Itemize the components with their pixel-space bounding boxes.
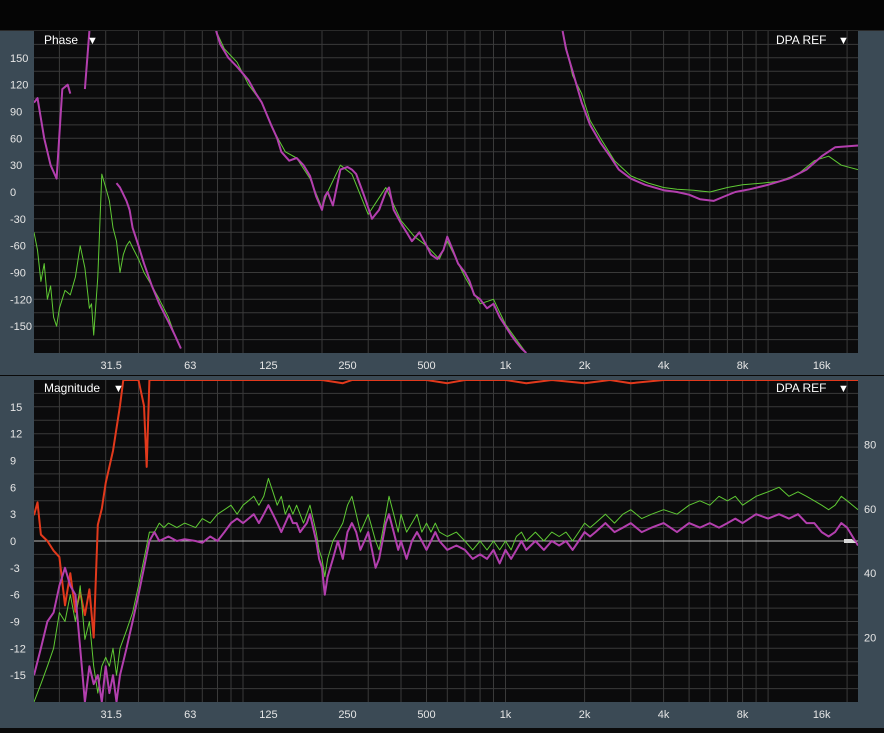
y-tick-label: -9 <box>10 617 20 629</box>
y-tick-label: 60 <box>10 133 22 145</box>
magnitude-x-ticks: 31.5 63 125 250 500 1k 2k 4k 8k 16k <box>100 709 831 721</box>
phase-dropdown-icon[interactable]: ▼ <box>87 35 98 47</box>
y-tick-label: -3 <box>10 563 20 575</box>
x-tick-label: 4k <box>658 360 670 372</box>
y-tick-label: -15 <box>10 670 26 682</box>
y2-tick-label: 60 <box>864 504 876 516</box>
x-tick-label: 500 <box>417 360 435 372</box>
phase-y-ticks: 150 120 90 60 30 0 -30 -60 -90 -120 -150 <box>10 53 32 333</box>
x-tick-label: 63 <box>184 709 196 721</box>
x-tick-label: 63 <box>184 360 196 372</box>
x-tick-label: 2k <box>579 709 591 721</box>
x-tick-label: 1k <box>500 360 512 372</box>
x-tick-label: 1k <box>500 709 512 721</box>
x-tick-label: 31.5 <box>100 360 121 372</box>
x-tick-label: 125 <box>259 709 277 721</box>
x-tick-label: 250 <box>338 360 356 372</box>
x-tick-label: 2k <box>579 360 591 372</box>
x-tick-label: 16k <box>813 360 831 372</box>
y-tick-label: 6 <box>10 482 16 494</box>
magnitude-y2-ticks: 80 60 40 20 <box>864 439 876 644</box>
magnitude-ref-label[interactable]: DPA REF <box>776 381 826 395</box>
magnitude-dropdown-icon[interactable]: ▼ <box>113 383 124 395</box>
x-tick-label: 4k <box>658 709 670 721</box>
x-tick-label: 500 <box>417 709 435 721</box>
phase-x-ticks: 31.5 63 125 250 500 1k 2k 4k 8k 16k <box>100 360 831 372</box>
y-tick-label: -120 <box>10 294 32 306</box>
y-tick-label: -30 <box>10 214 26 226</box>
y-tick-label: 90 <box>10 107 22 119</box>
magnitude-ref-dropdown-icon[interactable]: ▼ <box>838 383 849 395</box>
x-tick-label: 8k <box>737 360 749 372</box>
y-tick-label: 3 <box>10 509 16 521</box>
y-tick-label: 9 <box>10 456 16 468</box>
magnitude-title[interactable]: Magnitude <box>44 381 100 395</box>
y-tick-label: 0 <box>10 536 16 548</box>
x-tick-label: 31.5 <box>100 709 121 721</box>
phase-chart: 150 120 90 60 30 0 -30 -60 -90 -120 -150 31.5 63 125… <box>10 31 858 372</box>
x-tick-label: 8k <box>737 709 749 721</box>
phase-ref-dropdown-icon[interactable]: ▼ <box>838 35 849 47</box>
y-tick-label: -60 <box>10 241 26 253</box>
y-tick-label: 150 <box>10 53 28 65</box>
y-tick-label: -150 <box>10 321 32 333</box>
y2-tick-label: 40 <box>864 568 876 580</box>
y-tick-label: 15 <box>10 402 22 414</box>
magnitude-panel: 15 12 9 6 3 0 -3 -6 -9 -12 -15 80 60 40 20 31.5 63 125 2… <box>0 376 884 728</box>
y-tick-label: -6 <box>10 590 20 602</box>
x-tick-label: 125 <box>259 360 277 372</box>
y-tick-label: 30 <box>10 160 22 172</box>
y-tick-label: -12 <box>10 643 26 655</box>
phase-panel: 150 120 90 60 30 0 -30 -60 -90 -120 -150 31.5 63 125… <box>0 31 884 375</box>
y2-tick-label: 80 <box>864 439 876 451</box>
y-tick-label: 12 <box>10 429 22 441</box>
y-tick-label: 0 <box>10 187 16 199</box>
magnitude-y-ticks: 15 12 9 6 3 0 -3 -6 -9 -12 -15 <box>10 402 26 682</box>
y-tick-label: -90 <box>10 268 26 280</box>
y2-tick-label: 20 <box>864 633 876 645</box>
x-tick-label: 250 <box>338 709 356 721</box>
phase-title[interactable]: Phase <box>44 33 78 47</box>
magnitude-chart: 15129630-3-6-9-12-15 80604020 31.5 63 125 2… <box>10 380 876 721</box>
y-tick-label: 120 <box>10 80 28 92</box>
phase-ref-label[interactable]: DPA REF <box>776 33 826 47</box>
top-bar <box>0 0 884 31</box>
x-tick-label: 16k <box>813 709 831 721</box>
